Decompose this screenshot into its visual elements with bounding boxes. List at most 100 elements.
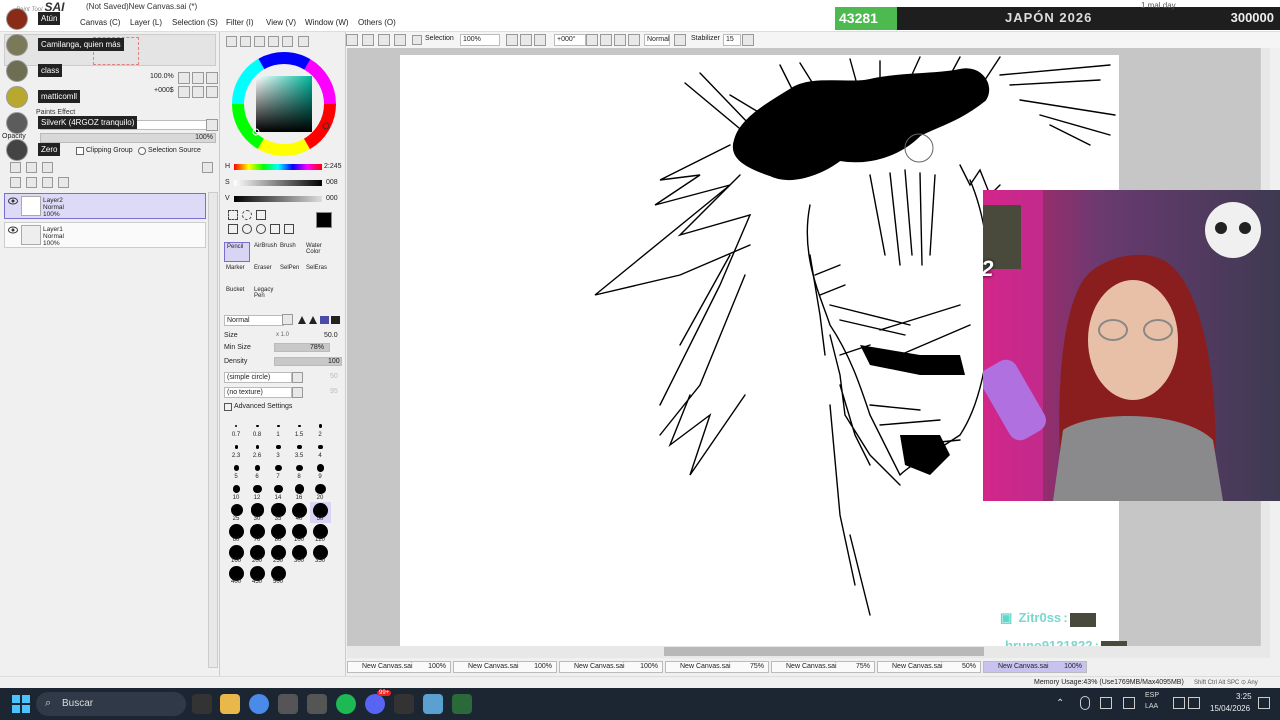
canvas-tab[interactable]: New Canvas.sai 75% (771, 661, 875, 673)
brush-size-preset[interactable]: 1.5 (289, 418, 310, 439)
tool-selpen[interactable]: SelPen (280, 264, 306, 284)
discord-icon[interactable]: 99+ (365, 690, 392, 714)
transfer-down-icon[interactable] (10, 177, 21, 188)
nav-rotate-right-icon[interactable] (192, 86, 204, 98)
brush-size-preset[interactable]: 160 (226, 544, 247, 565)
nav-zoom-out-icon[interactable] (178, 72, 190, 84)
tool-water-color[interactable]: Water Color (306, 242, 332, 262)
brush-size-preset[interactable]: 30 (247, 502, 268, 523)
paint-effect-dropdown-icon[interactable] (206, 119, 218, 131)
brush-size-preset[interactable]: 20 (310, 481, 331, 502)
brush-size-preset[interactable]: 3 (268, 439, 289, 460)
rotate-right-icon[interactable] (600, 34, 612, 46)
scratchpad-tab-icon[interactable] (282, 36, 293, 47)
canvas-tab-active[interactable]: New Canvas.sai 100% (983, 661, 1087, 673)
file-explorer-icon[interactable] (220, 694, 240, 714)
menu-canvas[interactable]: Canvas (C) (80, 18, 120, 27)
brush-size-preset[interactable]: 9 (310, 460, 331, 481)
brush-texture-dropdown-icon[interactable] (292, 387, 303, 398)
tool-eraser[interactable]: Eraser (252, 264, 278, 284)
app-window-icon[interactable] (423, 694, 443, 714)
brush-size-preset[interactable]: 40 (289, 502, 310, 523)
brush-size-preset[interactable]: 0.7 (226, 418, 247, 439)
blend-dropdown-icon[interactable] (674, 34, 686, 46)
zoom-reset-icon[interactable] (534, 34, 546, 46)
brush-size-preset[interactable]: 250 (268, 544, 289, 565)
clear-layer-icon[interactable] (42, 177, 53, 188)
brush-size-preset[interactable]: 70 (247, 523, 268, 544)
brush-size-preset[interactable]: 14 (268, 481, 289, 502)
canvas-tab[interactable]: New Canvas.sai 100% (559, 661, 663, 673)
swatches-tab-icon[interactable] (268, 36, 279, 47)
zoom-out-icon[interactable] (506, 34, 518, 46)
rotation-field[interactable]: +000° (554, 34, 586, 46)
windows-start-icon[interactable] (12, 695, 30, 713)
clear-icon[interactable] (394, 34, 406, 46)
magic-wand-icon[interactable] (256, 210, 266, 220)
nav-zoom-in-icon[interactable] (192, 72, 204, 84)
current-color-swatch[interactable] (316, 212, 332, 228)
rotate-reset-icon[interactable] (614, 34, 626, 46)
brush-size-preset[interactable]: 25 (226, 502, 247, 523)
app-gear-icon[interactable] (307, 694, 327, 714)
tool-legacy-pen[interactable]: Legacy Pen (252, 286, 278, 306)
task-view-icon[interactable] (192, 694, 212, 714)
brush-size-preset[interactable]: 3.5 (289, 439, 310, 460)
brush-size-preset[interactable]: 500 (268, 565, 289, 586)
clipping-group-checkbox[interactable] (76, 147, 84, 155)
taskbar-search[interactable]: ⌕ Buscar (36, 692, 186, 716)
scroll-thumb[interactable] (664, 647, 984, 656)
brush-size-preset[interactable]: 100 (289, 523, 310, 544)
network-icon[interactable] (1123, 697, 1135, 709)
brush-size-preset[interactable]: 4 (310, 439, 331, 460)
opacity-slider[interactable]: 100% (40, 133, 216, 143)
canvas-tab[interactable]: New Canvas.sai 100% (347, 661, 451, 673)
clock-time[interactable]: 3:25 (1236, 692, 1252, 701)
brush-size-preset[interactable]: 300 (289, 544, 310, 565)
brush-texture-field[interactable]: (no texture) (224, 387, 292, 398)
brush-size-preset[interactable]: 7 (268, 460, 289, 481)
layer-row[interactable]: Layer1 Normal 100% (4, 222, 206, 248)
value-slider[interactable] (234, 196, 322, 202)
deselect-icon[interactable] (346, 34, 358, 46)
tray-chevron-icon[interactable]: ⌃ (1056, 698, 1064, 709)
brush-size-preset[interactable]: 450 (247, 565, 268, 586)
zoom-icon[interactable] (242, 224, 252, 234)
picker-tab-icon[interactable] (298, 36, 309, 47)
menu-view[interactable]: View (V) (266, 18, 296, 27)
rotate-icon[interactable] (256, 224, 266, 234)
tool-pencil[interactable]: Pencil (224, 242, 250, 262)
new-layer-icon[interactable] (10, 162, 21, 173)
brush-size-preset[interactable]: 400 (226, 565, 247, 586)
layer-row[interactable]: Layer2 Normal 100% (4, 193, 206, 219)
color-wheel-tab-icon[interactable] (226, 36, 237, 47)
notifications-icon[interactable] (1258, 697, 1270, 709)
brush-size-preset[interactable]: 60 (226, 523, 247, 544)
new-linework-layer-icon[interactable] (26, 162, 37, 173)
move-icon[interactable] (228, 224, 238, 234)
menu-layer[interactable]: Layer (L) (130, 18, 162, 27)
brush-size-preset[interactable]: 16 (289, 481, 310, 502)
new-folder-icon[interactable] (42, 162, 53, 173)
canvas-tab[interactable]: New Canvas.sai 100% (453, 661, 557, 673)
stabilizer-field[interactable]: 15 (723, 34, 741, 46)
brush-size-preset[interactable]: 200 (247, 544, 268, 565)
advanced-settings-label[interactable]: Advanced Settings (234, 403, 292, 410)
select-rect-icon[interactable] (228, 210, 238, 220)
rgb-slider-tab-icon[interactable] (240, 36, 251, 47)
flip-icon[interactable] (628, 34, 640, 46)
canvas-tab[interactable]: New Canvas.sai 75% (665, 661, 769, 673)
menu-others[interactable]: Others (O) (358, 18, 396, 27)
layer-menu-icon[interactable] (202, 162, 213, 173)
layer-scrollbar[interactable] (208, 192, 218, 668)
brush-size-preset[interactable]: 0.8 (247, 418, 268, 439)
pen-icon[interactable] (1100, 697, 1112, 709)
tool-marker[interactable]: Marker (224, 264, 250, 284)
rotate-left-icon[interactable] (586, 34, 598, 46)
brush-size-preset[interactable]: 120 (310, 523, 331, 544)
brush-size-preset[interactable]: 80 (268, 523, 289, 544)
clock-date[interactable]: 15/04/2026 (1210, 704, 1250, 713)
brush-size-preset[interactable]: 2.3 (226, 439, 247, 460)
selection-source-radio[interactable] (138, 147, 146, 155)
menu-selection[interactable]: Selection (S) (172, 18, 218, 27)
